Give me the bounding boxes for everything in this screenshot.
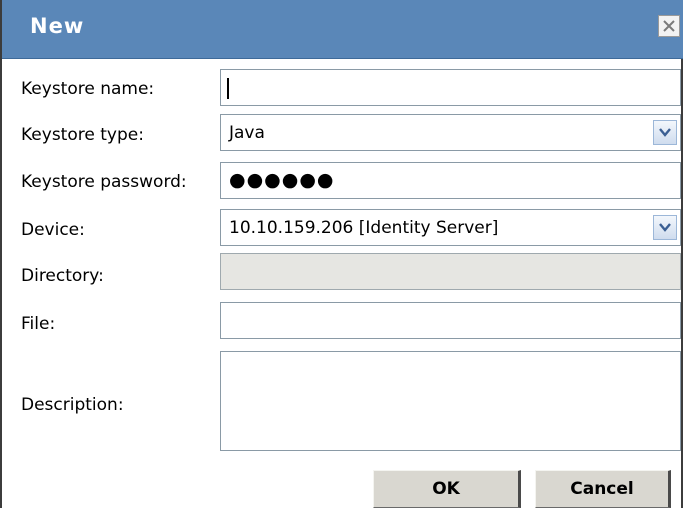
cancel-button[interactable]: Cancel xyxy=(535,470,671,508)
close-button[interactable] xyxy=(658,15,680,37)
text-caret xyxy=(227,78,229,99)
dialog-title: New xyxy=(30,14,85,38)
directory-input xyxy=(220,253,681,290)
keystore-type-value: Java xyxy=(229,123,265,143)
directory-label: Directory: xyxy=(21,266,104,286)
close-icon xyxy=(663,20,675,32)
description-textarea[interactable] xyxy=(220,351,681,451)
keystore-password-label: Keystore password: xyxy=(21,172,187,192)
dialog-titlebar: New xyxy=(2,0,683,59)
device-label: Device: xyxy=(21,220,85,240)
keystore-name-label: Keystore name: xyxy=(21,79,155,99)
chevron-down-icon xyxy=(659,128,671,137)
ok-button[interactable]: OK xyxy=(373,470,521,508)
device-select[interactable]: 10.10.159.206 [Identity Server] xyxy=(220,209,681,246)
keystore-type-dropdown-button[interactable] xyxy=(653,120,677,145)
file-input[interactable] xyxy=(220,302,681,339)
device-value: 10.10.159.206 [Identity Server] xyxy=(229,218,499,238)
keystore-name-input[interactable] xyxy=(220,69,681,106)
device-dropdown-button[interactable] xyxy=(653,215,677,240)
keystore-password-input[interactable]: ●●●●●● xyxy=(220,162,681,199)
keystore-type-select[interactable]: Java xyxy=(220,114,681,151)
chevron-down-icon xyxy=(659,223,671,232)
description-label: Description: xyxy=(21,395,124,415)
keystore-type-label: Keystore type: xyxy=(21,125,144,145)
keystore-password-value: ●●●●●● xyxy=(229,169,335,191)
file-label: File: xyxy=(21,314,56,334)
new-keystore-dialog: New Keystore name: Keystore type: Java K… xyxy=(0,0,683,508)
